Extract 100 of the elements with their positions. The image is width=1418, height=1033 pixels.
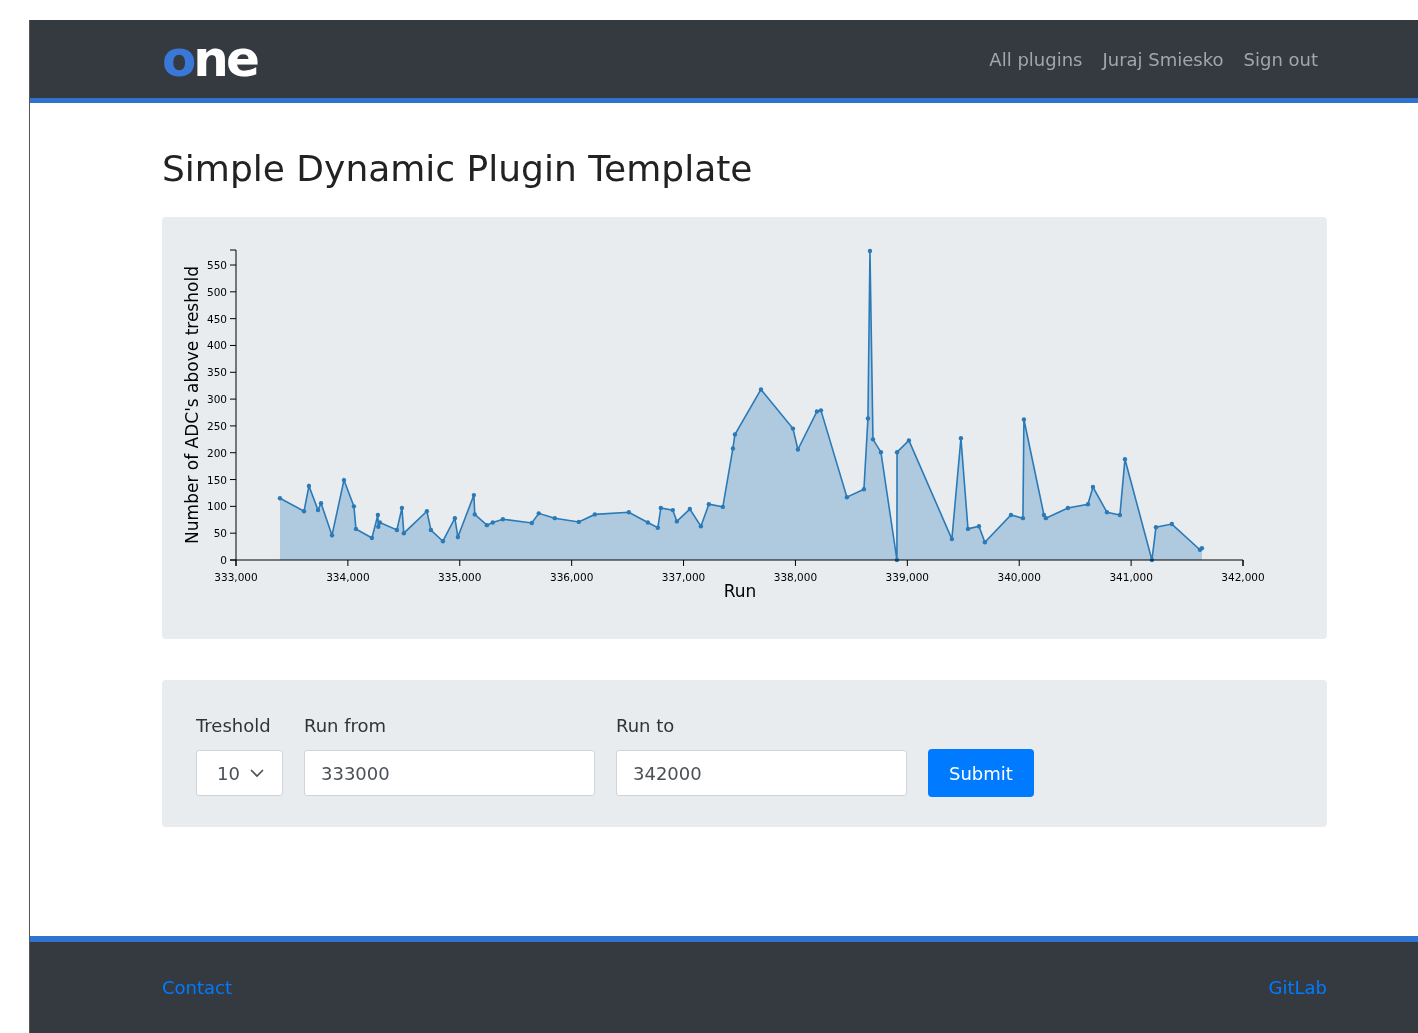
data-point	[626, 510, 632, 515]
data-point	[1021, 417, 1027, 422]
data-point	[894, 450, 900, 455]
data-point	[351, 504, 357, 509]
y-tick-label: 100	[206, 500, 227, 513]
page-title: Simple Dynamic Plugin Template	[162, 147, 754, 191]
footer-link[interactable]: Contact	[162, 977, 233, 998]
data-point	[353, 526, 359, 532]
threshold-select[interactable]: 10	[196, 750, 283, 797]
data-point	[865, 416, 871, 421]
data-point	[277, 496, 283, 501]
data-point	[1085, 502, 1091, 507]
data-point	[732, 432, 738, 437]
data-point	[341, 478, 347, 483]
data-point	[894, 558, 900, 563]
data-point	[529, 521, 535, 526]
data-point	[552, 516, 557, 521]
data-point	[706, 502, 712, 507]
y-tick-label: 350	[206, 366, 227, 379]
data-point	[645, 520, 651, 525]
logo[interactable]: one	[162, 34, 257, 84]
x-tick-label: 341,000	[1109, 571, 1153, 584]
input-field[interactable]: 333000	[304, 750, 595, 797]
y-tick-label: 300	[206, 393, 227, 406]
data-point	[1104, 510, 1110, 515]
data-point	[306, 483, 312, 489]
x-tick-label: 337,000	[661, 571, 706, 584]
y-tick-label: 250	[206, 420, 227, 433]
data-point	[870, 437, 876, 442]
data-point	[906, 438, 912, 443]
data-point	[1020, 516, 1026, 521]
chevron-down-icon	[250, 768, 264, 778]
field-label: Treshold	[196, 715, 272, 737]
data-point	[1153, 525, 1159, 530]
y-tick-label: 50	[213, 527, 227, 540]
nav-link[interactable]: Juraj Smiesko	[1102, 48, 1224, 70]
data-point	[1008, 512, 1014, 518]
data-point	[1122, 457, 1128, 462]
data-point	[536, 511, 541, 516]
data-point	[471, 493, 477, 498]
y-tick-label: 500	[206, 286, 227, 298]
data-point	[670, 508, 675, 513]
y-tick-label: 550	[206, 259, 227, 272]
data-point	[375, 512, 381, 518]
data-point	[698, 524, 704, 529]
data-point	[1090, 485, 1096, 490]
y-tick-label: 0	[220, 554, 227, 567]
data-point	[1169, 522, 1175, 527]
input-field[interactable]: 342000	[616, 750, 907, 797]
data-point	[976, 524, 982, 529]
data-point	[329, 533, 335, 538]
data-point	[576, 519, 582, 525]
y-tick-label: 200	[206, 446, 227, 459]
data-point	[399, 505, 405, 511]
submit-button[interactable]: Submit	[928, 749, 1034, 798]
data-point	[861, 487, 867, 492]
data-point	[720, 504, 726, 510]
data-point	[965, 526, 971, 532]
data-point	[369, 536, 375, 541]
y-tick-label: 400	[206, 339, 227, 352]
data-point	[674, 519, 680, 524]
data-point	[428, 527, 434, 533]
data-point	[949, 537, 955, 542]
data-point	[452, 516, 458, 521]
x-axis-title: Run	[723, 581, 757, 602]
x-tick-label: 340,000	[997, 571, 1041, 584]
x-tick-label: 336,000	[549, 571, 594, 584]
data-point	[440, 539, 446, 544]
data-point	[315, 508, 321, 513]
data-point	[958, 436, 964, 441]
data-point	[790, 426, 796, 431]
data-point	[795, 447, 801, 452]
x-tick-label: 339,000	[885, 571, 930, 584]
data-point	[301, 509, 307, 514]
data-point	[1117, 512, 1123, 518]
y-tick-label: 450	[206, 312, 227, 325]
x-tick-label: 333,000	[214, 571, 258, 584]
x-tick-label: 334,000	[326, 571, 370, 584]
data-point	[318, 501, 324, 506]
data-point	[500, 517, 506, 522]
footer-link[interactable]: GitLab	[1268, 977, 1327, 998]
nav-link[interactable]: All plugins	[989, 48, 1083, 70]
data-point	[424, 509, 430, 514]
data-point	[592, 512, 598, 517]
data-point	[687, 507, 692, 512]
data-point	[1065, 505, 1071, 511]
data-point	[844, 495, 850, 500]
data-point	[878, 450, 884, 455]
nav-link[interactable]: Sign out	[1243, 48, 1318, 70]
data-point	[1149, 558, 1155, 563]
x-tick-label: 342,000	[1221, 571, 1265, 584]
x-tick-label: 338,000	[773, 571, 818, 584]
data-point	[472, 512, 477, 517]
y-axis-title: Number of ADC's above treshold	[182, 266, 202, 545]
data-point	[658, 505, 664, 511]
data-point	[867, 249, 873, 254]
data-point	[982, 540, 988, 545]
y-tick-label: 150	[206, 473, 227, 486]
field-label: Run to	[616, 715, 676, 737]
field-label: Run from	[304, 715, 388, 737]
